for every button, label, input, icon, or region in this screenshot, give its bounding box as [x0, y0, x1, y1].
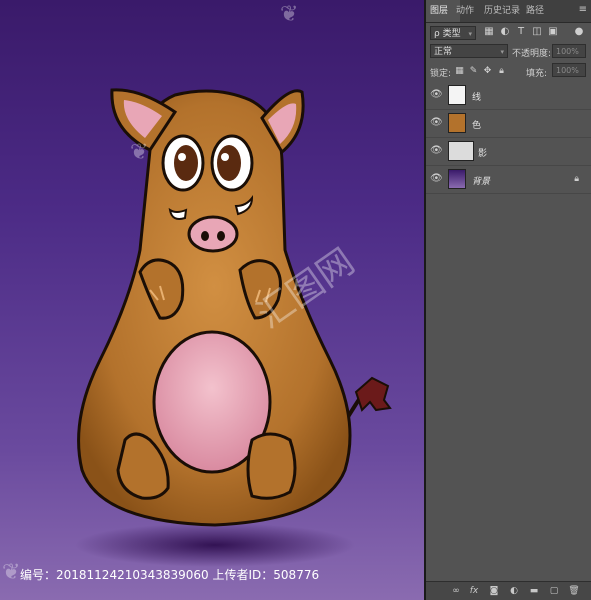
shape-filter-icon[interactable]: ◫: [530, 25, 544, 39]
lock-all-icon[interactable]: 🔒︎: [496, 66, 507, 77]
lock-position-icon[interactable]: ✥: [482, 66, 493, 77]
delete-layer-icon[interactable]: 🗑︎: [568, 585, 580, 597]
layer-thumbnail: [448, 113, 466, 133]
eye-icon[interactable]: 👁︎: [430, 118, 443, 128]
panel-tabs: 图层 动作 历史记录 路径 ≡: [426, 0, 591, 23]
right-pupil: [217, 145, 241, 181]
new-group-icon[interactable]: ▬: [528, 585, 540, 597]
smart-object-filter-icon[interactable]: ▣: [546, 25, 560, 39]
boar-illustration: [75, 88, 392, 567]
ground-shadow: [75, 523, 355, 567]
watermark-icon: ❦: [2, 560, 21, 585]
lock-image-icon[interactable]: ✎: [468, 66, 479, 77]
layer-list: 👁︎ 线 👁︎ 色 👁︎ 影 👁︎ 背景 🔒︎: [426, 82, 591, 582]
chevron-down-icon: ▾: [468, 30, 472, 38]
new-layer-icon[interactable]: ▢: [548, 585, 560, 597]
layers-panel: 图层 动作 历史记录 路径 ≡ ρ 类型 ▾ ▦ ◐ T ◫ ▣ ● 正常 ▾ …: [426, 0, 591, 600]
layer-name: 背景: [472, 177, 491, 187]
eye-icon[interactable]: 👁︎: [430, 90, 443, 100]
opacity-input[interactable]: 100%: [552, 44, 586, 58]
right-foot: [246, 432, 297, 500]
tab-paths[interactable]: 路径: [522, 0, 552, 22]
panel-menu-icon[interactable]: ≡: [579, 4, 587, 15]
image-id-caption: 编号：20181124210343839060 上传者ID：508776: [20, 568, 320, 582]
layer-filter-label: ρ 类型: [434, 29, 461, 39]
filter-toggle-icon[interactable]: ●: [572, 25, 586, 39]
adjustment-filter-icon[interactable]: ◐: [498, 25, 512, 39]
new-adjustment-layer-icon[interactable]: ◐: [508, 585, 520, 597]
tail-tuft: [354, 376, 392, 412]
layer-row-lines[interactable]: 👁︎ 线: [426, 82, 591, 110]
opacity-label: 不透明度:: [512, 49, 552, 59]
layer-filter-dropdown[interactable]: ρ 类型 ▾: [430, 26, 476, 40]
layer-style-icon[interactable]: fx: [468, 585, 480, 597]
layers-panel-toolbar: ∞ fx ◙ ◐ ▬ ▢ 🗑︎: [426, 581, 591, 600]
fill-input[interactable]: 100%: [552, 63, 586, 77]
fill-label: 填充:: [526, 69, 548, 79]
layer-name: 线: [472, 93, 482, 103]
layer-name: 影: [478, 149, 488, 159]
chevron-down-icon: ▾: [500, 48, 504, 56]
link-layers-icon[interactable]: ∞: [450, 585, 462, 597]
document-canvas[interactable]: ❦ ❦ 汇图网 ❦ 编号：20181124210343839060 上传者ID：…: [0, 0, 424, 600]
lock-label: 锁定:: [430, 69, 452, 79]
layer-thumbnail: [448, 85, 466, 105]
layer-name: 色: [472, 121, 482, 131]
watermark-icon: ❦: [130, 140, 149, 165]
layer-thumbnail: [448, 141, 474, 161]
snout: [187, 215, 239, 253]
blend-mode-label: 正常: [434, 47, 453, 57]
layer-thumbnail: [448, 169, 466, 189]
add-mask-icon[interactable]: ◙: [488, 585, 500, 597]
eye-icon[interactable]: 👁︎: [430, 174, 443, 184]
layer-row-color[interactable]: 👁︎ 色: [426, 110, 591, 138]
lock-transparent-icon[interactable]: ▦: [454, 66, 465, 77]
type-filter-icon[interactable]: T: [514, 25, 528, 39]
watermark-icon: ❦: [280, 2, 299, 27]
pixel-filter-icon[interactable]: ▦: [482, 25, 496, 39]
left-pupil: [174, 145, 198, 181]
layer-row-background[interactable]: 👁︎ 背景 🔒︎: [426, 166, 591, 194]
blend-mode-dropdown[interactable]: 正常 ▾: [430, 44, 508, 58]
lock-icon: 🔒︎: [574, 174, 579, 184]
eye-icon[interactable]: 👁︎: [430, 146, 443, 156]
layer-row-shadow[interactable]: 👁︎ 影: [426, 138, 591, 166]
